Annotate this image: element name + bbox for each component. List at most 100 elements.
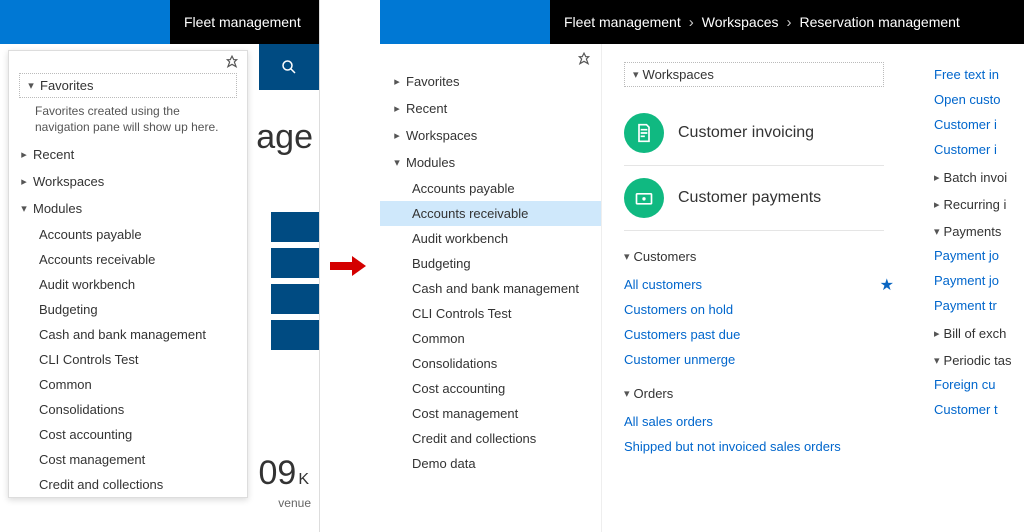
payment-icon [624,178,664,218]
module-item[interactable]: Accounts receivable [9,247,247,272]
module-item[interactable]: Demo data [380,451,601,476]
link-all-customers[interactable]: All customers [624,272,702,297]
arrow-right-icon [330,256,370,276]
link-item[interactable]: Payment jo [934,243,1024,268]
workspace-tile-invoicing[interactable]: Customer invoicing [624,101,884,166]
customers-links: All customers ★ Customers on hold Custom… [624,272,934,372]
module-item[interactable]: Consolidations [9,397,247,422]
pin-icon[interactable] [380,48,601,68]
nav-flyout-right: ▸ Favorites ▸ Recent ▸ Workspaces ▾ Modu… [380,44,602,532]
link-item[interactable]: Customer t [934,397,1024,422]
nav-section-favorites[interactable]: ▾ Favorites [26,78,230,93]
module-item[interactable]: Credit and collections [380,426,601,451]
group-customers[interactable]: ▾ Customers [624,249,934,264]
group-batch[interactable]: ▸ Batch invoi [934,162,1024,189]
nav-label: Recent [33,147,74,162]
module-item[interactable]: Budgeting [380,251,601,276]
chevron-down-icon: ▾ [624,250,630,263]
module-item[interactable]: Credit and collections [9,472,247,497]
nav-flyout-left: ▾ Favorites Favorites created using the … [8,50,248,498]
group-workspaces[interactable]: ▾ Workspaces [633,67,875,82]
link-item[interactable]: Payment jo [934,268,1024,293]
module-item[interactable]: Cash and bank management [9,322,247,347]
chevron-down-icon: ▾ [19,202,29,215]
group-billex[interactable]: ▸ Bill of exch [934,318,1024,345]
bg-tile [271,212,319,242]
brand-block [380,0,550,44]
nav-section-modules[interactable]: ▾ Modules [380,149,601,176]
nav-label: Workspaces [406,128,477,143]
bg-tile [271,248,319,278]
star-icon[interactable]: ★ [880,275,894,295]
module-item[interactable]: Cash and bank management [380,276,601,301]
chevron-down-icon: ▾ [392,156,402,169]
nav-section-workspaces[interactable]: ▸ Workspaces [9,168,247,195]
module-item[interactable]: Consolidations [380,351,601,376]
nav-label: Favorites [40,78,93,93]
nav-section-recent[interactable]: ▸ Recent [9,141,247,168]
link-customers-past-due[interactable]: Customers past due [624,322,934,347]
group-label: Batch invoi [944,170,1008,185]
chevron-right-icon: › [689,14,694,31]
link-item[interactable]: Open custo [934,87,1024,112]
module-item[interactable]: Accounts receivable [380,201,601,226]
group-orders[interactable]: ▾ Orders [624,386,934,401]
module-item[interactable]: Audit workbench [380,226,601,251]
breadcrumb-right[interactable]: Fleet management › Workspaces › Reservat… [550,0,1024,44]
tile-label: Customer invoicing [678,124,814,142]
module-item[interactable]: Audit workbench [9,272,247,297]
workspace-tile-payments[interactable]: Customer payments [624,166,884,231]
panel-before: Fleet management age 09K venue [0,0,320,532]
chevron-right-icon: › [787,14,792,31]
link-item[interactable]: Payment tr [934,293,1024,318]
link-item[interactable]: Customer i [934,112,1024,137]
group-label: Workspaces [643,67,714,82]
bg-stat-value: 09 [259,454,297,492]
link-shipped-not-invoiced[interactable]: Shipped but not invoiced sales orders [624,434,934,459]
module-list-left: Accounts payableAccounts receivableAudit… [9,222,247,497]
module-item[interactable]: Cost management [380,401,601,426]
nav-label: Recent [406,101,447,116]
chevron-right-icon: ▸ [19,175,29,188]
area-right-cropped: Free text in Open custo Customer i Custo… [934,44,1024,532]
nav-section-workspaces[interactable]: ▸ Workspaces [380,122,601,149]
module-item[interactable]: CLI Controls Test [9,347,247,372]
module-item[interactable]: Accounts payable [9,222,247,247]
chevron-right-icon: ▸ [934,327,940,340]
nav-section-modules[interactable]: ▾ Modules [9,195,247,222]
module-item[interactable]: Common [9,372,247,397]
breadcrumb-item[interactable]: Fleet management [184,14,301,30]
link-item[interactable]: Free text in [934,62,1024,87]
link-customer-unmerge[interactable]: Customer unmerge [624,347,934,372]
bg-tile [271,284,319,314]
link-item[interactable]: Customer i [934,137,1024,162]
nav-section-favorites[interactable]: ▸ Favorites [380,68,601,95]
chevron-down-icon: ▾ [934,225,940,238]
module-list-right: Accounts payableAccounts receivableAudit… [380,176,601,476]
search-icon[interactable] [259,44,319,90]
group-label: Customers [634,249,697,264]
module-item[interactable]: Cost management [9,447,247,472]
group-label: Orders [634,386,674,401]
group-payments[interactable]: ▾ Payments [934,216,1024,243]
pin-icon[interactable] [9,51,247,69]
module-item[interactable]: Accounts payable [380,176,601,201]
module-item[interactable]: Cost accounting [9,422,247,447]
module-item[interactable]: Common [380,326,601,351]
chevron-down-icon: ▾ [26,79,36,92]
breadcrumb-left[interactable]: Fleet management [170,0,319,44]
module-item[interactable]: CLI Controls Test [380,301,601,326]
link-item[interactable]: Foreign cu [934,372,1024,397]
module-item[interactable]: Cost accounting [380,376,601,401]
breadcrumb-item[interactable]: Reservation management [800,14,960,30]
group-label: Recurring i [944,197,1007,212]
group-label: Payments [944,224,1002,239]
module-item[interactable]: Budgeting [9,297,247,322]
link-customers-on-hold[interactable]: Customers on hold [624,297,934,322]
link-all-sales-orders[interactable]: All sales orders [624,409,934,434]
group-recurring[interactable]: ▸ Recurring i [934,189,1024,216]
breadcrumb-item[interactable]: Workspaces [702,14,779,30]
nav-section-recent[interactable]: ▸ Recent [380,95,601,122]
breadcrumb-item[interactable]: Fleet management [564,14,681,30]
group-periodic[interactable]: ▾ Periodic tas [934,345,1024,372]
